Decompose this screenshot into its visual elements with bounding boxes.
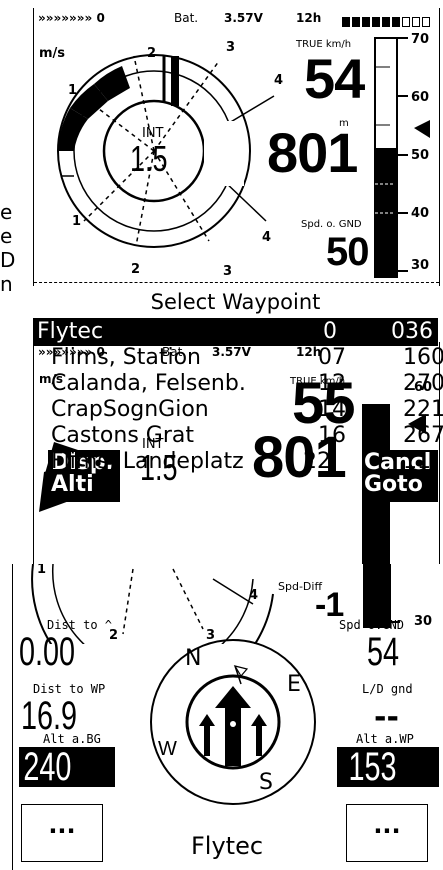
vario-minus: – [62,168,69,184]
waypoint-name: Castons Grat [51,423,194,448]
waypoint-row-selected[interactable]: Flytec 0 036 [33,318,438,346]
waypoint-bearing: 036 [391,319,433,344]
dialog-title: Select Waypoint [150,290,321,314]
altitude-value: 801 [267,121,358,184]
vario-unit: m/s [39,46,66,61]
waypoint-bearing: 267 [403,423,443,448]
scale-label: 70 [411,32,430,47]
waypoint-bearing: 11 [403,449,431,474]
vario-tick: 1 [72,214,82,229]
dist-to-value: 0.00 [19,630,76,674]
waypoint-distance: 07 [318,345,346,370]
waypoint-bearing: 221 [403,397,443,422]
scale-label: 40 [411,206,430,221]
waypoint-row[interactable]: Castons Grat 16 267 [33,422,443,450]
waypoint-row[interactable]: Flims, Landeplatz 22 11 [33,448,433,476]
speed-scale [374,37,430,278]
vario-tick: 3 [226,40,236,55]
scale-label: 30 [411,258,430,273]
top-instrument-screen: »»»»»»» 0 Bat. 3.57V 12h m/s 1 2 3 4 + –… [33,8,440,286]
waypoint-bearing: 270 [403,371,443,396]
vario-plus: + [62,130,74,146]
compass [150,639,316,805]
waypoint-bearing: 160 [403,345,443,370]
waypoint-distance: 22 [303,449,331,474]
battery-bar [342,12,434,27]
vario-tick: 1 [68,83,78,98]
right-more-button[interactable]: ... [346,804,428,862]
compass-north: N [185,646,202,671]
alt-bg-text: 240 [23,747,72,787]
ld-value: -- [374,700,399,735]
compass-south: S [259,770,273,795]
compass-east: E [287,672,301,697]
vario-tick: 1 [37,564,47,577]
waypoint-name: CrapSognGion [51,397,209,422]
ground-speed-value: 50 [326,230,369,274]
waypoint-row[interactable]: Calanda, Felsenb. 12 270 [33,370,443,398]
waypoint-distance: 12 [318,371,346,396]
scale-label: 60 [411,90,430,105]
vario-tick: 4 [262,230,272,245]
battery-label: Bat. [174,11,199,25]
alt-wp-label: Alt a.WP [356,732,414,746]
waypoint-row[interactable]: CrapSognGion 14 221 [33,396,443,424]
waypoint-name: Calanda, Felsenb. [51,371,246,396]
waypoint-distance: 14 [318,397,346,422]
alt-wp-text: 153 [348,747,397,787]
ground-speed-label: Spd. o. GND [301,219,362,230]
divider [34,282,439,283]
vario-tick: 2 [131,262,141,277]
vario-tick: 3 [223,264,233,279]
battery-value: 3.57V [224,11,263,25]
background-letter: e [0,200,13,224]
time-label: 12h [296,11,322,25]
waypoint-list: Flytec 0 036 Flims, Station 07 160 Calan… [33,318,443,488]
waypoint-name: Flims, Landeplatz [51,449,244,474]
bottom-instrument-screen: 1 2 3 4 Spd-Diff -1 40 30 Dist to ^ 0.00… [12,564,439,870]
int-value: 1.5 [130,138,168,179]
vario-tick: 2 [147,46,157,61]
waypoint-dialog: Select Waypoint Flytec 0 036 Flims, Stat… [33,288,443,508]
signal-indicator: »»»»»»» 0 [38,11,105,25]
alt-bg-value: 240 [19,747,115,787]
background-letter: D [0,248,16,272]
ld-label: L/D gnd [362,682,413,696]
background-letter: e [0,224,13,248]
scale-label: 30 [414,614,433,629]
waypoint-distance: 16 [318,423,346,448]
waypoint-name: Flims, Station [51,345,201,370]
footer-brand: Flytec [191,832,264,860]
vario-tick: 4 [249,588,259,603]
alt-bg-label: Alt a.BG [43,732,101,746]
background-text-column: e e D n [0,200,16,296]
background-letter: n [0,272,13,296]
alt-wp-value: 153 [337,747,439,787]
vario-tick: 4 [274,73,284,88]
scale-label: 50 [411,148,430,163]
waypoint-row[interactable]: Flims, Station 07 160 [33,344,443,372]
waypoint-distance: 0 [323,319,337,344]
spd-gnd-value: 54 [367,630,400,674]
waypoint-name: Flytec [37,319,104,344]
compass-west: W [158,738,177,760]
speed-value: 54 [304,47,365,110]
left-more-button[interactable]: ... [21,804,103,862]
